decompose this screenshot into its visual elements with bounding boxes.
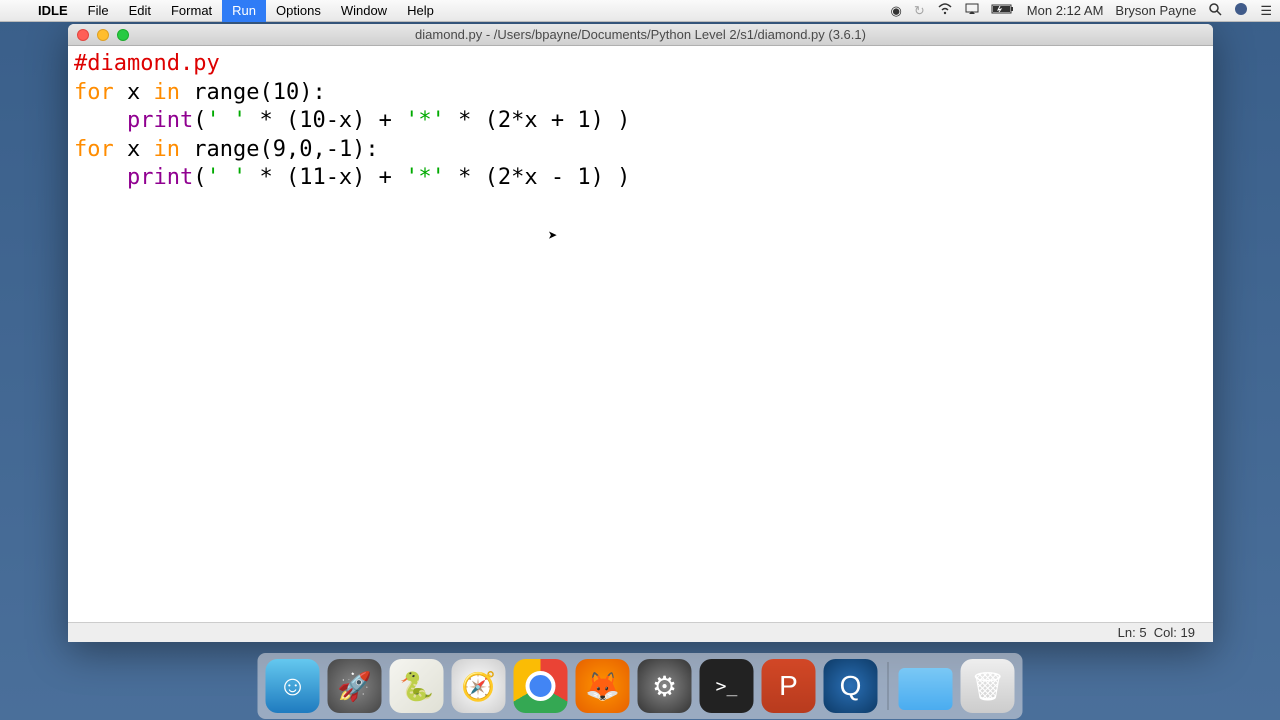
menu-options[interactable]: Options [266, 0, 331, 22]
code-string: '*' [405, 108, 445, 133]
menubar: IDLE File Edit Format Run Options Window… [0, 0, 1280, 22]
dock-python-icon[interactable]: 🐍 [390, 659, 444, 713]
code-editor[interactable]: #diamond.py for x in range(10): print(' … [68, 46, 1213, 622]
menu-format[interactable]: Format [161, 0, 222, 22]
dock-terminal-icon[interactable]: >_ [700, 659, 754, 713]
code-string: ' ' [206, 108, 246, 133]
screen-record-icon[interactable]: ◉ [891, 3, 902, 19]
clock[interactable]: Mon 2:12 AM [1027, 3, 1104, 18]
battery-icon[interactable] [991, 3, 1015, 18]
titlebar[interactable]: diamond.py - /Users/bpayne/Documents/Pyt… [68, 24, 1213, 46]
notification-center-icon[interactable]: ☰ [1260, 3, 1272, 19]
dock-powerpoint-icon[interactable]: P [762, 659, 816, 713]
editor-window: diamond.py - /Users/bpayne/Documents/Pyt… [68, 24, 1213, 642]
mouse-cursor-icon: ➤ [548, 226, 558, 247]
time-machine-icon[interactable]: ↻ [914, 3, 925, 19]
airplay-icon[interactable] [965, 3, 979, 18]
menu-window[interactable]: Window [331, 0, 397, 22]
dock-trash-icon[interactable]: 🗑 [961, 659, 1015, 713]
dock: ☺ 🚀 🐍 🧭 🦊 ⚙ >_ P Q 🗑 [258, 653, 1023, 719]
dock-launchpad-icon[interactable]: 🚀 [328, 659, 382, 713]
code-keyword: in [154, 137, 181, 162]
dock-safari-icon[interactable]: 🧭 [452, 659, 506, 713]
spotlight-icon[interactable] [1208, 2, 1222, 19]
dock-quicktime-icon[interactable]: Q [824, 659, 878, 713]
status-col: Col: 19 [1154, 625, 1195, 640]
dock-divider [888, 662, 889, 710]
code-keyword: for [74, 80, 114, 105]
window-title: diamond.py - /Users/bpayne/Documents/Pyt… [68, 27, 1213, 42]
dock-chrome-icon[interactable] [514, 659, 568, 713]
dock-downloads-folder-icon[interactable] [899, 668, 953, 710]
user-name[interactable]: Bryson Payne [1115, 3, 1196, 18]
code-comment: #diamond.py [74, 51, 220, 76]
code-builtin: print [127, 108, 193, 133]
code-builtin: print [127, 165, 193, 190]
menu-edit[interactable]: Edit [119, 0, 161, 22]
siri-icon[interactable] [1234, 2, 1248, 19]
wifi-icon[interactable] [937, 3, 953, 18]
code-string: '*' [405, 165, 445, 190]
menu-help[interactable]: Help [397, 0, 444, 22]
app-name[interactable]: IDLE [28, 3, 78, 18]
dock-settings-icon[interactable]: ⚙ [638, 659, 692, 713]
code-keyword: in [154, 80, 181, 105]
code-keyword: for [74, 137, 114, 162]
status-line: Ln: 5 [1118, 625, 1147, 640]
close-button[interactable] [77, 29, 89, 41]
menu-file[interactable]: File [78, 0, 119, 22]
menu-run[interactable]: Run [222, 0, 266, 22]
maximize-button[interactable] [117, 29, 129, 41]
status-bar: Ln: 5 Col: 19 [68, 622, 1213, 642]
dock-firefox-icon[interactable]: 🦊 [576, 659, 630, 713]
minimize-button[interactable] [97, 29, 109, 41]
dock-finder-icon[interactable]: ☺ [266, 659, 320, 713]
code-string: ' ' [206, 165, 246, 190]
